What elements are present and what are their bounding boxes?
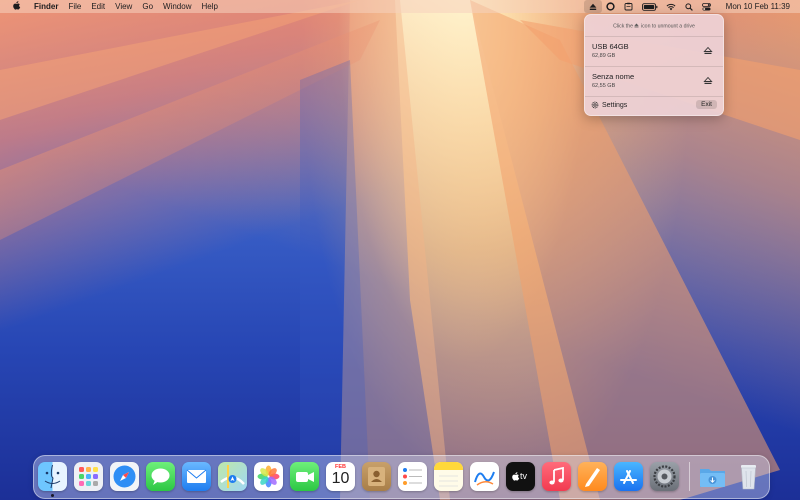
apple-logo-icon — [512, 472, 520, 481]
settings-label: Settings — [602, 101, 628, 109]
drive-row: Senza nome 62,55 GB — [585, 67, 723, 95]
downloads-folder-icon[interactable] — [698, 462, 727, 491]
gear-icon — [591, 101, 599, 109]
eject-icon[interactable] — [583, 0, 602, 13]
wifi-icon[interactable] — [662, 0, 680, 13]
launchpad-icon[interactable] — [74, 462, 103, 491]
popover-footer: Settings Exit — [585, 97, 723, 115]
apple-menu-icon[interactable] — [12, 1, 22, 12]
tv-label: tv — [520, 471, 528, 481]
drive-row: USB 64GB 62,89 GB — [585, 37, 723, 65]
safari-icon[interactable] — [110, 462, 139, 491]
battery-icon[interactable] — [638, 0, 662, 13]
finder-icon[interactable] — [38, 462, 67, 491]
tv-icon[interactable]: tv — [506, 462, 535, 491]
menu-app-name[interactable]: Finder — [34, 2, 58, 11]
settings-button[interactable]: Settings — [591, 101, 627, 109]
messages-icon[interactable] — [146, 462, 175, 491]
reminders-icon[interactable] — [398, 462, 427, 491]
menu-edit[interactable]: Edit — [91, 2, 105, 11]
music-icon[interactable] — [542, 462, 571, 491]
menu-file[interactable]: File — [68, 2, 81, 11]
sync-icon[interactable] — [602, 0, 620, 13]
facetime-icon[interactable] — [290, 462, 319, 491]
menu-window[interactable]: Window — [163, 2, 191, 11]
menubar-clock[interactable]: Mon 10 Feb 11:39 — [726, 2, 790, 11]
eject-small-icon — [634, 23, 640, 28]
control-center-icon[interactable] — [698, 0, 716, 13]
menu-go[interactable]: Go — [142, 2, 153, 11]
dock: FEB 10 tv — [33, 455, 770, 499]
eject-drive-button[interactable] — [703, 46, 713, 56]
dock-divider — [689, 462, 690, 491]
system-settings-icon[interactable] — [650, 462, 679, 491]
trash-icon[interactable] — [734, 462, 763, 491]
freeform-icon[interactable] — [470, 462, 499, 491]
calendar-icon[interactable]: FEB 10 — [326, 462, 355, 491]
contacts-icon[interactable] — [362, 462, 391, 491]
drive-size: 62,89 GB — [592, 53, 616, 59]
menu-help[interactable]: Help — [201, 2, 217, 11]
eject-drive-button[interactable] — [703, 76, 713, 86]
drive-size: 62,55 GB — [592, 83, 616, 89]
maps-icon[interactable] — [218, 462, 247, 491]
exit-button[interactable]: Exit — [696, 100, 717, 109]
menu-view[interactable]: View — [115, 2, 132, 11]
photos-icon[interactable] — [254, 462, 283, 491]
drive-name: Senza nome — [592, 72, 635, 81]
running-indicator — [51, 494, 54, 497]
app-store-icon[interactable] — [614, 462, 643, 491]
notes-icon[interactable] — [434, 462, 463, 491]
popover-hint: Click the icon to unmount a drive — [613, 23, 695, 30]
unmount-popover: Click the icon to unmount a drive USB 64… — [584, 14, 724, 116]
calendar-day: 10 — [331, 470, 350, 487]
clipboard-icon[interactable] — [620, 0, 638, 13]
search-icon[interactable] — [680, 0, 698, 13]
menu-bar: Finder File Edit View Go Window Help Mon… — [0, 0, 800, 13]
pages-icon[interactable] — [578, 462, 607, 491]
drive-name: USB 64GB — [592, 42, 629, 51]
mail-icon[interactable] — [182, 462, 211, 491]
